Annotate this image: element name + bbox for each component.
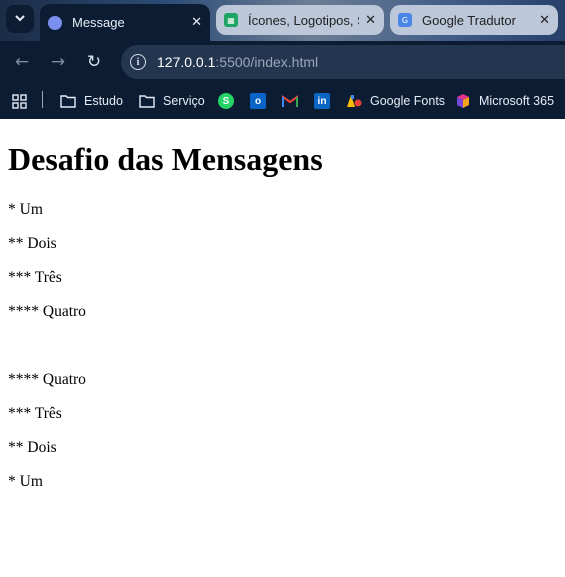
chat-icon xyxy=(48,15,62,30)
page-content: Desafio das Mensagens * Um ** Dois *** T… xyxy=(0,119,565,577)
whatsapp-icon: S xyxy=(218,93,234,109)
outlook-icon: o xyxy=(250,93,266,109)
message-line: ** Dois xyxy=(8,439,57,456)
bookmark-gmail[interactable] xyxy=(282,91,298,111)
google-fonts-icon xyxy=(346,93,362,109)
chevron-down-icon xyxy=(14,12,26,27)
close-icon[interactable]: ✕ xyxy=(539,13,550,28)
bookmarks-bar: Estudo Serviço S o in Google Fonts Micro… xyxy=(0,83,565,119)
bookmark-divider xyxy=(42,91,43,108)
bookmark-estudo[interactable]: Estudo xyxy=(60,91,123,111)
page-heading: Desafio das Mensagens xyxy=(8,141,323,177)
message-line: ** Dois xyxy=(8,235,57,252)
tab-title: Message xyxy=(72,15,125,30)
tab-search-button[interactable] xyxy=(6,5,34,33)
google-translate-icon: G xyxy=(398,13,412,27)
tab-title: Ícones, Logotipos, S xyxy=(248,12,360,28)
message-line: *** Três xyxy=(8,405,62,422)
bookmark-label: Microsoft 365 xyxy=(479,94,555,108)
bookmark-label: Google Fonts xyxy=(370,94,446,108)
bookmark-outlook[interactable]: o xyxy=(250,91,266,111)
close-icon[interactable]: ✕ xyxy=(191,15,202,30)
microsoft-365-icon xyxy=(455,93,471,109)
message-line: * Um xyxy=(8,473,43,490)
address-bar[interactable]: i 127.0.0.1:5500/index.html xyxy=(121,45,565,79)
bookmark-linkedin[interactable]: in xyxy=(314,91,330,111)
bookmark-label: Serviço xyxy=(163,94,205,108)
linkedin-icon: in xyxy=(314,93,330,109)
tab-strip: Message ✕ ▦ Ícones, Logotipos, S ✕ G Goo… xyxy=(0,0,565,41)
bookmark-google-fonts[interactable]: Google Fonts xyxy=(346,91,445,111)
browser-chrome: Message ✕ ▦ Ícones, Logotipos, S ✕ G Goo… xyxy=(0,0,565,119)
sheets-icon: ▦ xyxy=(224,13,238,27)
bookmark-label: Estudo xyxy=(84,94,123,108)
apps-icon[interactable] xyxy=(12,91,27,111)
back-icon[interactable]: ← xyxy=(11,51,33,73)
bookmark-microsoft-365[interactable]: Microsoft 365 xyxy=(455,91,554,111)
message-line: **** Quatro xyxy=(8,303,86,320)
url-text: 127.0.0.1:5500/index.html xyxy=(157,54,319,70)
tab-google-tradutor[interactable]: G Google Tradutor ✕ xyxy=(390,5,558,35)
folder-icon xyxy=(60,93,76,109)
tab-message[interactable]: Message ✕ xyxy=(40,4,210,41)
reload-icon[interactable]: ↻ xyxy=(83,51,105,73)
message-line: * Um xyxy=(8,201,43,218)
message-line: *** Três xyxy=(8,269,62,286)
close-icon[interactable]: ✕ xyxy=(365,13,376,28)
forward-icon[interactable]: → xyxy=(47,51,69,73)
toolbar: ← → ↻ i 127.0.0.1:5500/index.html xyxy=(0,41,565,83)
message-line: **** Quatro xyxy=(8,371,86,388)
tab-title: Google Tradutor xyxy=(422,12,516,28)
bookmark-servico[interactable]: Serviço xyxy=(139,91,205,111)
gmail-icon xyxy=(282,93,298,109)
site-info-icon[interactable]: i xyxy=(130,54,146,70)
folder-icon xyxy=(139,93,155,109)
tab-icones[interactable]: ▦ Ícones, Logotipos, S ✕ xyxy=(216,5,384,35)
bookmark-whatsapp[interactable]: S xyxy=(218,91,234,111)
